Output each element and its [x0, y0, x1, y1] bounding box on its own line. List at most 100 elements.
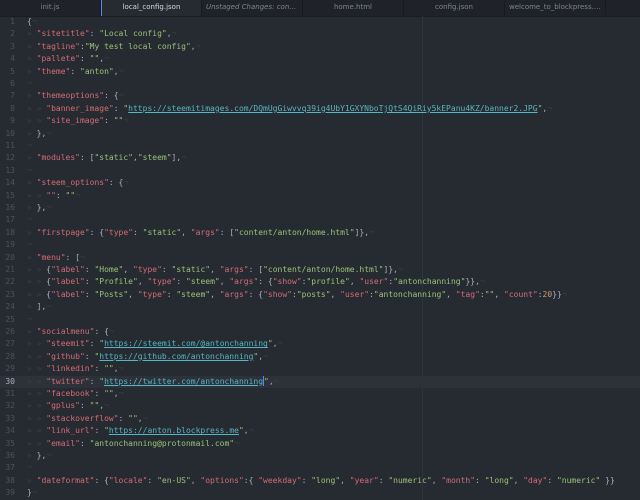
punctuation: , — [137, 277, 148, 287]
code-line[interactable]: 39}¬ — [0, 487, 640, 499]
json-string: "" — [484, 289, 495, 299]
tab-local-config-json[interactable]: local_config.json — [101, 0, 202, 16]
punctuation: : — [94, 364, 105, 374]
code-line[interactable]: 21 » » {"label": "Home", "type": "static"… — [0, 264, 640, 276]
eol-marker: ¬ — [31, 488, 37, 498]
code-line[interactable]: 17 ¬ — [0, 214, 640, 226]
eol-marker: ¬ — [46, 203, 52, 212]
indent-guide: » — [27, 475, 37, 485]
punctuation: ], — [171, 153, 182, 163]
punctuation: : [ — [248, 265, 264, 274]
code-text: » » "facebook": "",¬ — [27, 388, 123, 400]
json-key: "" — [46, 190, 56, 200]
indent-guide: » — [27, 29, 37, 39]
punctuation: : — [547, 475, 557, 485]
code-line[interactable]: 32 » » "gplus": "",¬ — [0, 400, 640, 412]
code-line[interactable]: 25 ¬ — [0, 314, 640, 326]
line-number: 33 — [5, 413, 15, 423]
code-line[interactable]: 12 » "modules": ["static","steem"],¬ — [0, 152, 640, 164]
code-line[interactable]: 10 » },¬ — [0, 128, 640, 140]
json-key: "linkedin" — [46, 364, 95, 374]
line-number: 26 — [5, 327, 15, 336]
url-link[interactable]: https://github.com/antonchanning — [99, 352, 253, 361]
line-number: 22 — [5, 277, 15, 287]
code-line[interactable]: 2 » "sitetitle": "Local config",¬ — [0, 28, 640, 40]
code-line[interactable]: 4 » "pallete": "",¬ — [0, 53, 640, 65]
code-line[interactable]: 31 » » "facebook": "",¬ — [0, 388, 640, 400]
json-string: "static" — [171, 265, 211, 274]
json-string: "" — [104, 364, 114, 374]
code-line[interactable]: 38 » "dateformat": {"locale": "en-US", "o… — [0, 475, 640, 487]
code-line[interactable]: 9 » » "site_image": ""¬ — [0, 115, 640, 127]
tab-config-json[interactable]: config.json — [404, 0, 505, 16]
json-string: "steem" — [137, 153, 172, 163]
punctuation: : [ — [219, 227, 235, 237]
tab-init-js[interactable]: init.js — [0, 0, 101, 16]
url-link[interactable]: https://twitter.com/antonchanning — [104, 377, 263, 386]
json-string: "My test local config" — [84, 41, 191, 51]
json-string: "" — [89, 401, 100, 411]
code-line[interactable]: 37 ¬ — [0, 462, 640, 474]
indent-guide: » — [27, 451, 37, 460]
tab-bar: init.js local_config.json Unstaged Changes… — [0, 0, 640, 17]
code-line[interactable]: 3 » "tagline":"My test local config",¬ — [0, 41, 640, 53]
code-line[interactable]: 23 » » {"label": "Posts", "type": "steem"… — [0, 289, 640, 301]
code-line[interactable]: 29 » » "linkedin": "",¬ — [0, 363, 640, 375]
punctuation: }, — [36, 128, 47, 138]
eol-marker: ¬ — [46, 302, 52, 312]
line-number: 12 — [5, 153, 15, 163]
code-line[interactable]: 18 » "firstpage": {"type": "static", "arg… — [0, 227, 640, 239]
code-line[interactable]: 28 » » "github": "https://github.com/anto… — [0, 351, 640, 363]
line-number: 30 — [5, 376, 15, 386]
code-line[interactable]: 1 {¬ — [0, 16, 640, 28]
code-line[interactable]: 26 » "socialmenu": {¬ — [0, 326, 640, 338]
code-line[interactable]: 30 » » "twitter": "https://twitter.com/an… — [0, 375, 640, 388]
punctuation: : — [84, 289, 95, 299]
code-line[interactable]: 13 ¬ — [0, 165, 640, 177]
tab-unstaged-changes-content[interactable]: Unstaged Changes: content... — [202, 0, 303, 16]
code-line[interactable]: 6 ¬ — [0, 78, 640, 90]
code-line[interactable]: 27 » » "steemit": "https://steemit.com/@a… — [0, 338, 640, 350]
url-link[interactable]: https://steemit.com/@antonchanning — [104, 339, 268, 348]
code-line[interactable]: 7 » "themeoptions": {¬ — [0, 90, 640, 102]
json-string: "numeric" — [388, 475, 432, 485]
code-line[interactable]: 5 » "theme": "anton",¬ — [0, 66, 640, 78]
code-text: » "sitetitle": "Local config",¬ — [27, 28, 176, 40]
tab-welcome-to-blockpress-h[interactable]: welcome_to_blockpress.h... — [505, 0, 606, 16]
code-line[interactable]: 16 » },¬ — [0, 202, 640, 214]
code-editor[interactable]: 1 {¬ 2» "sitetitle": "Local config",¬ 3» "t… — [0, 16, 640, 500]
punctuation: : — [132, 227, 143, 237]
punctuation: , — [181, 227, 191, 237]
eol-marker: ¬ — [75, 190, 81, 200]
json-key: "banner_image" — [46, 103, 114, 113]
code-line[interactable]: 11 ¬ — [0, 140, 640, 152]
code-line[interactable]: 34 » » "link_url": "https://anton.blockpr… — [0, 425, 640, 437]
punctuation: : { — [248, 289, 264, 299]
code-line[interactable]: 24 » ],¬ — [0, 301, 640, 313]
code-line[interactable]: 15» » "": ""¬ — [0, 190, 640, 202]
line-number: 32 — [5, 401, 15, 411]
json-key: "weekday" — [258, 475, 302, 485]
line-number: 13 — [5, 165, 15, 175]
code-line[interactable]: 19 ¬ — [0, 239, 640, 251]
punctuation: , — [340, 475, 350, 485]
punctuation: : — [70, 66, 80, 76]
code-line[interactable]: 20 » "menu": [¬ — [0, 252, 640, 264]
code-line[interactable]: 22 » » {"label": "Profile", "type": "stee… — [0, 276, 640, 288]
url-link[interactable]: https://anton.blockpress.me — [109, 426, 239, 435]
code-text: » "modules": ["static","steem"],¬ — [27, 152, 186, 164]
code-line[interactable]: 35 » » "email": "antonchanning@protonmail… — [0, 438, 640, 450]
json-key: "tag" — [455, 289, 480, 299]
json-key: "tagline" — [36, 41, 80, 51]
code-line[interactable]: 8 » » "banner_image": "https://steemitima… — [0, 103, 640, 115]
code-line[interactable]: 36 » },¬ — [0, 450, 640, 462]
code-line[interactable]: 33 » » "stackoverflow": "",¬ — [0, 413, 640, 425]
punctuation: , — [210, 265, 220, 274]
punctuation: }} — [552, 289, 562, 299]
code-line[interactable]: 14 » "steem_options": {¬ — [0, 177, 640, 189]
eol-marker: ¬ — [46, 451, 52, 460]
url-link[interactable]: https://steemitimages.com/DQmUgGiwvvq39i… — [128, 104, 537, 113]
eol-marker: ¬ — [248, 426, 254, 436]
punctuation: }, — [36, 203, 47, 212]
tab-home-html[interactable]: home.html — [303, 0, 404, 16]
